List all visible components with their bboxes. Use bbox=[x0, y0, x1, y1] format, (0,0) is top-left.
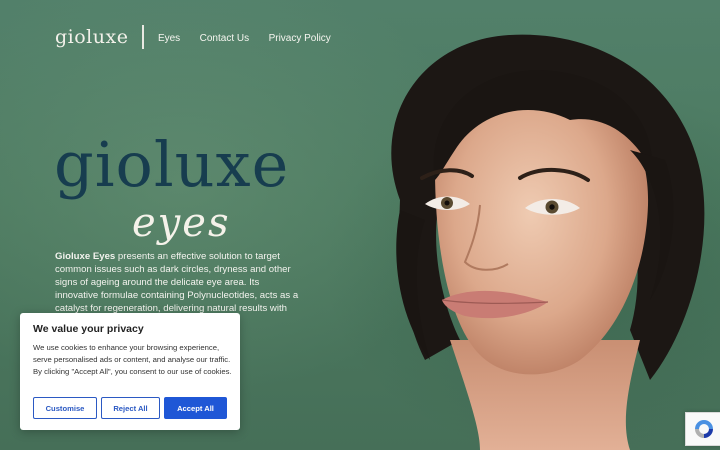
accept-all-button[interactable]: Accept All bbox=[164, 397, 227, 419]
customise-button[interactable]: Customise bbox=[33, 397, 97, 419]
hero-subtitle: eyes bbox=[132, 200, 231, 246]
reject-all-button[interactable]: Reject All bbox=[101, 397, 160, 419]
nav-eyes[interactable]: Eyes bbox=[158, 33, 180, 44]
cookie-title: We value your privacy bbox=[33, 323, 144, 335]
recaptcha-icon bbox=[694, 420, 713, 438]
hero-portrait bbox=[391, 34, 705, 450]
recaptcha-badge[interactable] bbox=[685, 412, 720, 446]
cookie-text: We use cookies to enhance your browsing … bbox=[33, 343, 232, 376]
hero-brand: Gioluxe Eyes bbox=[55, 251, 116, 262]
cookie-consent-dialog: We value your privacy We use cookies to … bbox=[20, 313, 240, 430]
site-header: gioluxe Eyes Contact Us Privacy Policy bbox=[55, 24, 346, 50]
header-divider bbox=[142, 25, 144, 49]
hero-title: gioluxe bbox=[54, 128, 290, 201]
nav-privacy-policy[interactable]: Privacy Policy bbox=[269, 33, 331, 44]
site-logo[interactable]: gioluxe bbox=[55, 26, 128, 48]
nav-contact-us[interactable]: Contact Us bbox=[200, 33, 249, 44]
main-nav: Eyes Contact Us Privacy Policy bbox=[158, 28, 346, 46]
